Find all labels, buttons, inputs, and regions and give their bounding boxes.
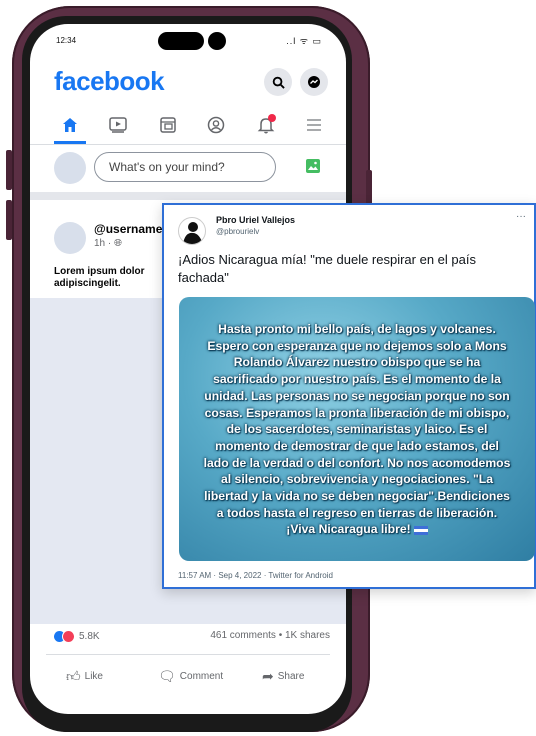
- tweet-media-text: Hasta pronto mi bello país, de lagos y v…: [189, 321, 525, 538]
- like-label: Like: [84, 671, 103, 682]
- media-text-line: a todos hasta el regreso en tierras de l…: [216, 505, 498, 520]
- media-text-line: de los sacerdotes, seminaristas y laico.…: [226, 422, 488, 437]
- facebook-logo[interactable]: facebook: [54, 66, 165, 97]
- divider: [30, 144, 346, 145]
- love-reaction-icon: [62, 630, 75, 643]
- pages-icon[interactable]: [148, 110, 188, 140]
- like-button[interactable]: 👍︎ Like: [66, 668, 103, 685]
- video-icon[interactable]: [98, 110, 138, 140]
- tweet-media-image[interactable]: Hasta pronto mi bello país, de lagos y v…: [179, 297, 535, 561]
- phone-side-button: [6, 150, 12, 190]
- status-icons: ..l ᯤ ▭: [286, 36, 322, 46]
- avatar[interactable]: [178, 217, 206, 245]
- messenger-icon[interactable]: [300, 68, 328, 96]
- notification-badge: [268, 114, 276, 122]
- comment-icon: 🗨︎: [158, 668, 176, 684]
- status-bar: 12:34 ..l ᯤ ▭: [30, 24, 346, 60]
- post-time-text: 1h ·: [94, 238, 115, 249]
- share-button[interactable]: ➦ Share: [262, 668, 304, 685]
- media-text-line: Rolando Álvarez nuestro obispo que se ha: [233, 355, 481, 370]
- share-icon: ➦: [262, 668, 274, 684]
- nav-tabs: [30, 110, 346, 144]
- media-text-line: momento de demostrar de que lado estamos…: [215, 438, 499, 453]
- reaction-summary[interactable]: 5.8K: [54, 630, 100, 643]
- media-text-line: sacrificado por nuestro país. Es el mome…: [213, 372, 501, 387]
- share-label: Share: [277, 671, 305, 682]
- thumbs-up-icon: 👍︎: [66, 668, 81, 684]
- search-icon[interactable]: [264, 68, 292, 96]
- media-text-line: libertad y la vida no se deben negociar"…: [204, 489, 510, 504]
- photo-icon[interactable]: [306, 159, 320, 173]
- dynamic-island: [158, 32, 204, 50]
- tweet-author-handle[interactable]: @pbrourielv: [216, 227, 259, 236]
- comment-button[interactable]: 🗨︎ Comment: [158, 668, 223, 685]
- tweet-card[interactable]: Pbro Uriel Vallejos @pbrourielv ··· ¡Adi…: [162, 203, 536, 589]
- media-text-line: cosas. Esperamos la pronta liberación de…: [204, 405, 510, 420]
- menu-icon[interactable]: [294, 110, 334, 140]
- media-text-line: al silencio, sobrevivencia y negociacion…: [221, 472, 493, 487]
- media-text-line-last: ¡Viva Nicaragua libre!: [189, 521, 525, 538]
- post-timestamp: 1h · 🌐︎: [94, 238, 122, 249]
- media-text-line: Espero con esperanza que no dejemos solo…: [207, 338, 507, 353]
- tweet-footer[interactable]: 11:57 AM · Sep 4, 2022 · Twitter for And…: [178, 571, 333, 580]
- more-icon[interactable]: ···: [516, 211, 526, 222]
- avatar[interactable]: [54, 222, 86, 254]
- tweet-text: ¡Adios Nicaragua mía! "me duele respirar…: [178, 252, 476, 285]
- media-text-line: ¡Viva Nicaragua libre!: [286, 522, 411, 537]
- phone-side-button: [6, 200, 12, 240]
- bell-icon[interactable]: [246, 110, 286, 140]
- camera: [208, 32, 226, 50]
- post-username[interactable]: @username: [94, 222, 162, 236]
- media-text-line: lado de la verdad o del confort. No nos …: [203, 455, 511, 470]
- reaction-count: 5.8K: [79, 631, 100, 642]
- tweet-author-name[interactable]: Pbro Uriel Vallejos: [216, 215, 295, 225]
- nicaragua-flag-icon: [413, 525, 428, 535]
- avatar[interactable]: [54, 152, 86, 184]
- media-text-line: Hasta pronto mi bello país, de lagos y v…: [218, 322, 496, 336]
- comment-label: Comment: [179, 671, 224, 682]
- media-text-line: unidad. Las personas no se negocian porq…: [204, 388, 510, 403]
- status-time: 12:34: [56, 36, 77, 45]
- feed-separator: [30, 192, 346, 200]
- post-actions: 👍︎ Like 🗨︎ Comment ➦ Share: [30, 662, 346, 690]
- composer-placeholder: What's on your mind?: [109, 160, 225, 174]
- globe-icon: 🌐︎: [114, 238, 123, 249]
- divider: [46, 654, 330, 655]
- home-icon[interactable]: [50, 110, 90, 140]
- profile-icon[interactable]: [196, 110, 236, 140]
- status-composer-input[interactable]: What's on your mind?: [94, 152, 276, 182]
- comments-shares-count[interactable]: 461 comments • 1K shares: [210, 630, 330, 641]
